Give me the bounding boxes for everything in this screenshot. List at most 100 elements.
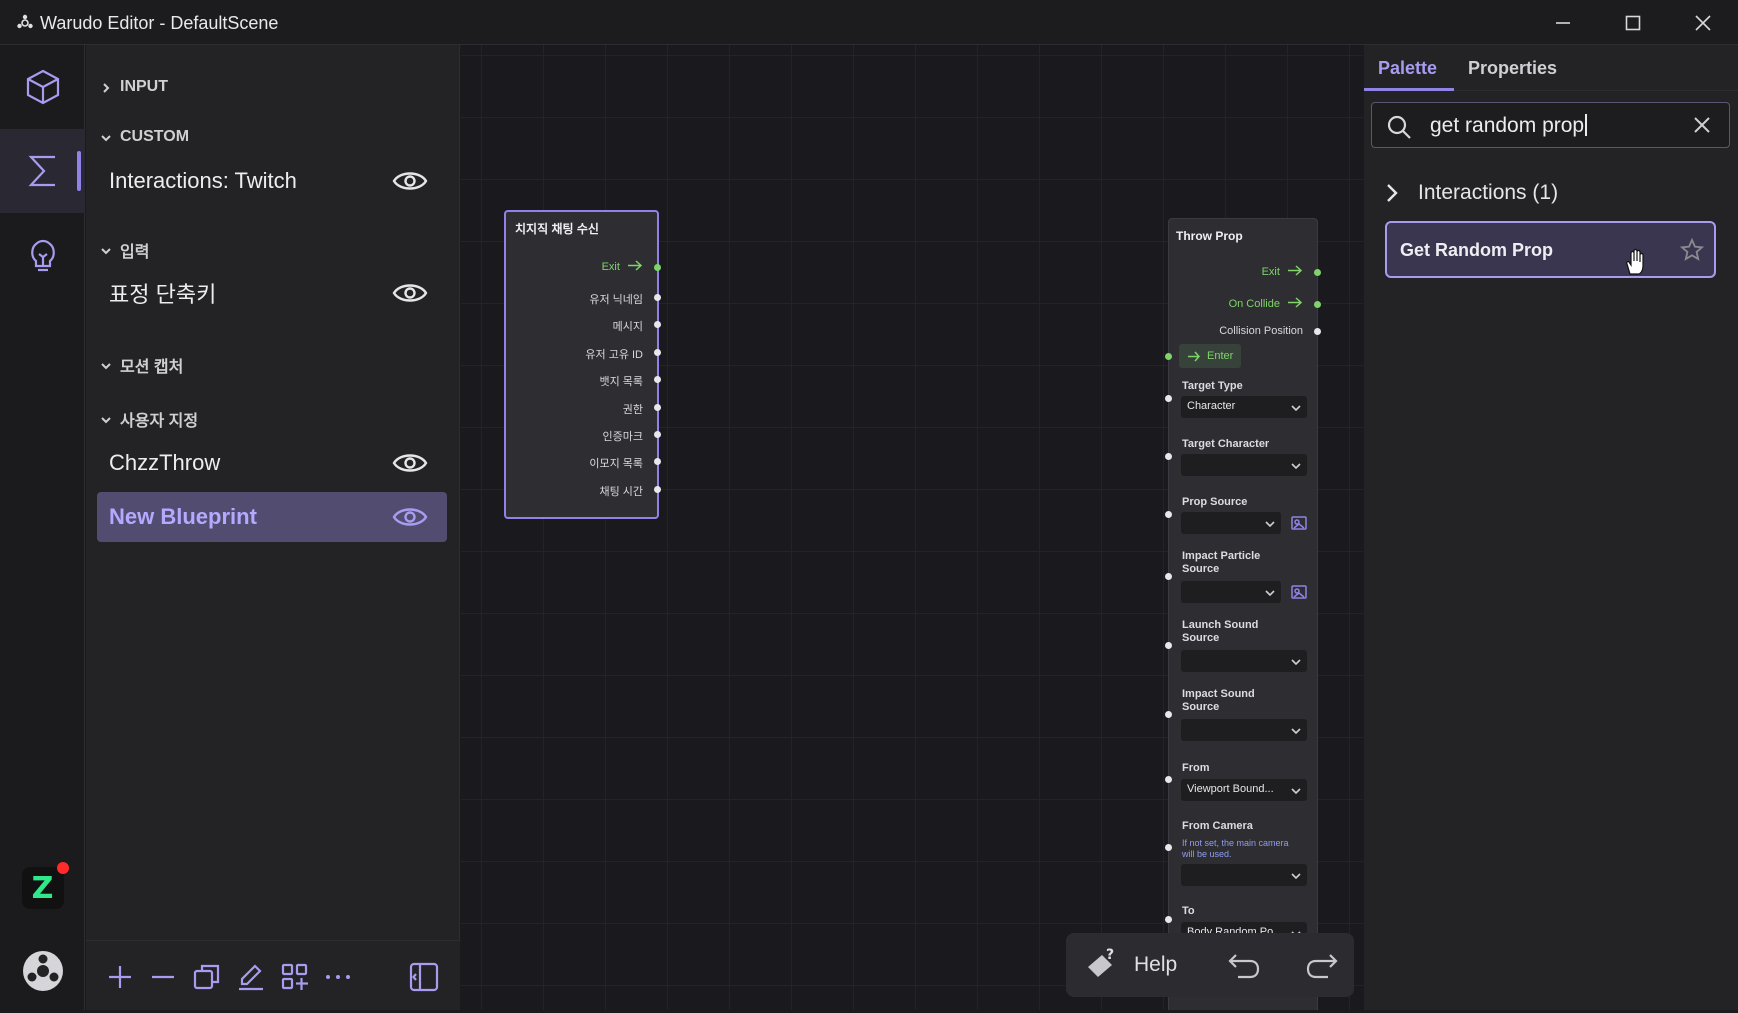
chevron-down-icon [100, 359, 112, 371]
node-chzzk-chat-received[interactable]: 치지직 채팅 수신 Exit 유저 닉네임 메시지 유저 고유 ID 뱃지 목록… [504, 210, 661, 519]
rename-blueprint-button[interactable] [233, 959, 269, 995]
field-label: Impact Sound Source [1182, 688, 1255, 713]
port-connector[interactable] [654, 458, 661, 465]
add-node-grid-button[interactable] [277, 959, 313, 995]
collapse-sidebar-button[interactable] [406, 959, 442, 995]
clear-search-icon[interactable] [1693, 116, 1711, 139]
resource-picker-icon[interactable] [1290, 514, 1308, 532]
tab-properties[interactable]: Properties [1468, 58, 1557, 79]
port-connector[interactable] [1165, 916, 1172, 923]
remove-blueprint-button[interactable] [145, 959, 181, 995]
port-connector[interactable] [1165, 711, 1172, 718]
cube-icon [26, 69, 59, 105]
help-label[interactable]: Help [1134, 953, 1177, 977]
blueprint-item[interactable]: ChzzThrow [97, 438, 447, 488]
settings-palette-icon [22, 951, 63, 991]
activity-z-button[interactable]: Z [0, 846, 85, 930]
port-connector[interactable] [654, 264, 661, 271]
target-character-select[interactable] [1181, 454, 1307, 476]
title-bar: Warudo Editor - DefaultScene [0, 0, 1738, 45]
chevron-down-icon [1291, 871, 1301, 880]
port-connector[interactable] [654, 404, 661, 411]
resource-picker-icon[interactable] [1290, 583, 1308, 601]
section-label: CUSTOM [120, 128, 190, 145]
section-motion-capture[interactable]: 모션 캡처 [100, 353, 183, 377]
blueprint-item[interactable]: 표정 단축키 [97, 268, 447, 318]
activity-settings-button[interactable] [0, 929, 85, 1013]
port-connector[interactable] [654, 431, 661, 438]
undo-icon [1228, 954, 1260, 979]
port-connector[interactable] [654, 349, 661, 356]
port-connector[interactable] [1165, 573, 1172, 580]
section-label: INPUT [120, 78, 168, 95]
duplicate-blueprint-button[interactable] [189, 959, 225, 995]
port-connector[interactable] [654, 486, 661, 493]
chevron-down-icon [1265, 519, 1275, 528]
blueprint-label: New Blueprint [109, 504, 257, 529]
field-label: To [1182, 905, 1195, 917]
more-icon [326, 975, 350, 979]
port-connector[interactable] [1314, 328, 1321, 335]
launch-sound-select[interactable] [1181, 650, 1307, 672]
port-connector[interactable] [1165, 844, 1172, 851]
impact-particle-select[interactable] [1181, 581, 1281, 603]
palette-search-box[interactable]: get random prop [1371, 102, 1730, 148]
add-blueprint-button[interactable] [102, 959, 138, 995]
field-hint: If not set, the main camera will be used. [1182, 838, 1289, 859]
palette-item-label: Get Random Prop [1400, 240, 1554, 260]
eye-icon[interactable] [391, 450, 429, 476]
node-port: 유저 고유 ID [585, 349, 643, 361]
port-connector[interactable] [654, 294, 661, 301]
more-options-button[interactable] [320, 959, 356, 995]
maximize-icon [1625, 15, 1641, 30]
port-connector[interactable] [1165, 642, 1172, 649]
palette-category-interactions[interactable]: Interactions (1) [1386, 181, 1558, 205]
close-button[interactable] [1668, 0, 1738, 45]
undo-button[interactable] [1226, 949, 1262, 986]
palette-panel: Palette Properties get random prop Inter… [1364, 45, 1738, 1010]
eye-icon[interactable] [391, 504, 429, 530]
port-connector[interactable] [1165, 353, 1172, 360]
field-label: From Camera [1182, 820, 1253, 832]
redo-button[interactable] [1304, 949, 1340, 986]
port-connector[interactable] [1165, 511, 1172, 518]
field-label: From [1182, 762, 1210, 774]
node-title: 치지직 채팅 수신 [515, 222, 599, 236]
section-custom[interactable]: CUSTOM [100, 128, 189, 146]
port-connector[interactable] [1314, 301, 1321, 308]
activity-blueprints-button[interactable] [0, 129, 85, 213]
port-connector[interactable] [1314, 269, 1321, 276]
minimize-button[interactable] [1528, 0, 1598, 45]
blueprint-canvas[interactable]: 치지직 채팅 수신 Exit 유저 닉네임 메시지 유저 고유 ID 뱃지 목록… [461, 45, 1363, 1010]
from-select[interactable]: Viewport Bound... [1181, 779, 1307, 801]
eye-icon[interactable] [391, 168, 429, 194]
port-connector[interactable] [1165, 453, 1172, 460]
tab-palette[interactable]: Palette [1378, 58, 1437, 79]
favorite-star-icon[interactable] [1679, 237, 1705, 267]
help-icon[interactable]: ? [1080, 947, 1124, 990]
port-connector[interactable] [1165, 776, 1172, 783]
app-logo-icon [17, 14, 33, 29]
section-input-ko[interactable]: 입력 [100, 238, 149, 262]
blueprint-item-selected[interactable]: New Blueprint [97, 492, 447, 542]
target-type-select[interactable]: Character [1181, 396, 1307, 418]
port-connector[interactable] [1165, 395, 1172, 402]
port-connector[interactable] [654, 321, 661, 328]
section-user-defined[interactable]: 사용자 지정 [100, 407, 198, 431]
eye-icon[interactable] [391, 280, 429, 306]
impact-sound-select[interactable] [1181, 719, 1307, 741]
maximize-button[interactable] [1598, 0, 1668, 45]
port-connector[interactable] [654, 376, 661, 383]
blueprint-sidebar: INPUT CUSTOM Interactions: Twitch 입력 표정 … [86, 45, 460, 1010]
activity-scene-button[interactable] [0, 45, 85, 129]
field-label: Prop Source [1182, 496, 1248, 508]
prop-source-select[interactable] [1181, 512, 1281, 534]
from-camera-select[interactable] [1181, 864, 1307, 886]
activity-ideas-button[interactable] [0, 213, 85, 297]
search-input[interactable]: get random prop [1430, 114, 1588, 138]
blueprint-item[interactable]: Interactions: Twitch [97, 156, 447, 206]
z-badge-icon: Z [21, 862, 69, 909]
palette-item-get-random-prop[interactable]: Get Random Prop [1385, 221, 1716, 278]
node-throw-prop[interactable]: Throw Prop Exit On Collide Collision Pos… [1165, 218, 1321, 1010]
section-input[interactable]: INPUT [100, 78, 168, 96]
